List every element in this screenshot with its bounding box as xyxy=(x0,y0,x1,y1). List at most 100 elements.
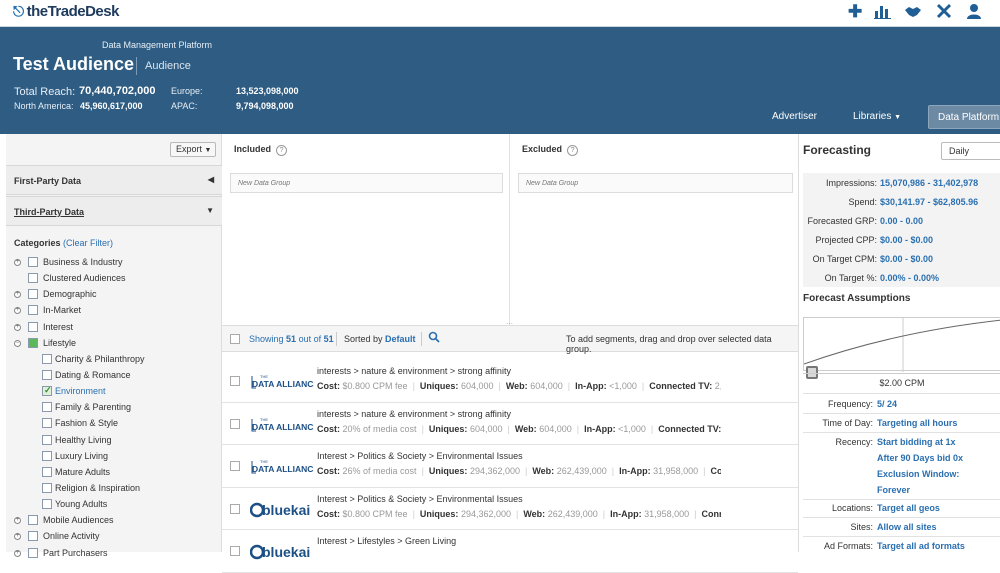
period-select[interactable]: Daily xyxy=(941,142,1000,160)
recency-line-3[interactable]: Exclusion Window: xyxy=(877,469,959,479)
segment-row[interactable]: THE DATA ALLIANCE interests > nature & env… xyxy=(222,402,798,445)
expand-icon[interactable]: + xyxy=(14,259,21,266)
segment-checkbox[interactable] xyxy=(230,376,240,386)
page-subtitle: Audience xyxy=(145,60,191,72)
category-checkbox[interactable] xyxy=(28,289,38,300)
expand-icon[interactable]: + xyxy=(14,533,21,541)
excluded-heading: Excluded? xyxy=(522,144,579,156)
total-reach-value: 70,440,702,000 xyxy=(79,85,156,97)
categories-heading: Categories (Clear Filter) xyxy=(14,238,113,248)
divider xyxy=(803,393,1000,394)
help-icon[interactable]: ? xyxy=(567,145,579,156)
nav-libraries[interactable]: Libraries ▼ xyxy=(853,111,901,122)
bar-chart-icon[interactable] xyxy=(874,3,891,24)
category-checkbox[interactable] xyxy=(42,369,52,380)
expand-icon[interactable]: + xyxy=(14,549,21,557)
stat-label: Uniques: xyxy=(419,381,459,391)
excluded-new-group-input[interactable] xyxy=(518,173,793,193)
category-checkbox[interactable] xyxy=(42,385,52,397)
search-icon[interactable] xyxy=(428,331,440,345)
handshake-icon[interactable] xyxy=(904,4,922,24)
category-checkbox[interactable] xyxy=(42,466,52,477)
included-new-group-input[interactable] xyxy=(230,173,503,193)
frequency-value[interactable]: 5/ 24 xyxy=(877,399,897,409)
segment-row[interactable]: THE DATA ALLIANCE Interest > Politics & So… xyxy=(222,445,798,488)
included-heading: Included? xyxy=(234,144,288,156)
stat-value: 20% of media cost xyxy=(342,423,417,434)
category-label: Charity & Philanthropy xyxy=(55,353,145,364)
segment-checkbox[interactable] xyxy=(230,503,240,514)
stat-separator: | xyxy=(645,423,659,434)
stat-separator: | xyxy=(502,423,515,434)
recency-line-4[interactable]: Forever xyxy=(877,485,910,495)
recency-line-1[interactable]: Start bidding at 1x xyxy=(877,437,956,447)
expand-icon[interactable]: + xyxy=(14,291,21,299)
category-label: Lifestyle xyxy=(43,337,77,348)
category-label: Mature Adults xyxy=(55,466,111,477)
expand-icon[interactable]: + xyxy=(14,307,21,315)
nav-advertiser[interactable]: Advertiser xyxy=(772,111,817,122)
forecast-metric-label: Forecasted GRP: xyxy=(807,216,877,226)
sites-label: Sites: xyxy=(850,522,873,532)
stat-label: Web: xyxy=(532,466,555,476)
svg-text:DATA ALLIANCE: DATA ALLIANCE xyxy=(252,379,314,389)
help-icon[interactable]: ? xyxy=(276,145,288,156)
locations-value[interactable]: Target all geos xyxy=(877,503,940,513)
plus-icon[interactable]: ✚ xyxy=(848,2,862,22)
category-checkbox[interactable] xyxy=(42,499,52,510)
category-checkbox[interactable] xyxy=(28,547,38,558)
category-checkbox[interactable] xyxy=(42,482,52,493)
tools-icon[interactable] xyxy=(936,3,952,24)
segment-stats: Cost: $0.800 CPM fee | Uniques: 604,000 … xyxy=(317,381,721,391)
forecast-metric-value: $0.00 - $0.00 xyxy=(880,235,934,245)
recency-line-2[interactable]: After 90 Days bid 0x xyxy=(877,453,963,463)
category-checkbox[interactable] xyxy=(42,434,52,445)
segment-stats: Cost: 26% of media cost | Uniques: 294,3… xyxy=(317,466,721,476)
category-checkbox[interactable] xyxy=(28,515,38,526)
segment-stats: Cost: $0.800 CPM fee | Uniques: 294,362,… xyxy=(317,509,721,519)
export-button[interactable]: Export ▼ xyxy=(170,142,216,157)
europe-value: 13,523,098,000 xyxy=(236,86,299,96)
apac-label: APAC: xyxy=(171,101,198,111)
collapse-icon[interactable]: − xyxy=(14,339,21,347)
category-checkbox[interactable] xyxy=(28,257,38,267)
category-checkbox[interactable] xyxy=(28,273,38,284)
stat-label: Uniques: xyxy=(419,508,459,519)
category-checkbox[interactable] xyxy=(28,531,38,542)
category-checkbox[interactable] xyxy=(42,402,52,413)
segment-row[interactable]: THE DATA ALLIANCE interests > nature & env… xyxy=(222,360,798,403)
recency-label: Recency: xyxy=(835,437,873,447)
nav-data-platform[interactable]: Data Platform xyxy=(928,105,1000,129)
time-of-day-value[interactable]: Targeting all hours xyxy=(877,418,957,428)
stat-separator: | xyxy=(511,508,524,519)
category-checkbox[interactable] xyxy=(42,450,52,461)
user-icon[interactable] xyxy=(967,3,981,24)
category-checkbox[interactable] xyxy=(42,353,52,364)
time-of-day-label: Time of Day: xyxy=(822,418,873,428)
category-label: Business & Industry xyxy=(43,257,123,267)
category-checkbox[interactable] xyxy=(28,321,38,332)
clear-filter-link[interactable]: (Clear Filter) xyxy=(63,238,113,248)
slider-track[interactable] xyxy=(803,373,1000,374)
category-checkbox[interactable] xyxy=(42,418,52,429)
select-all-checkbox[interactable] xyxy=(230,334,240,344)
brand-logo[interactable]: ⎋ theTradeDesk xyxy=(13,3,119,20)
segment-checkbox[interactable] xyxy=(230,546,240,556)
first-party-data-section[interactable]: First-Party Data ◀ xyxy=(6,165,222,195)
category-checkbox[interactable] xyxy=(28,337,38,348)
category-checkbox[interactable] xyxy=(28,305,38,316)
stat-value: 604,000 xyxy=(530,381,563,391)
expand-icon[interactable]: + xyxy=(14,323,21,331)
segment-checkbox[interactable] xyxy=(230,418,240,429)
third-party-data-section[interactable]: Third-Party Data ▼ xyxy=(6,196,222,226)
segment-path: Interest > Lifestyles > Green Living xyxy=(317,536,457,546)
segment-row[interactable]: bluekai Interest > Politics & Society > E… xyxy=(222,487,798,530)
segment-checkbox[interactable] xyxy=(230,461,240,471)
sort-control[interactable]: Sorted by Default xyxy=(344,334,416,344)
stat-label: Web: xyxy=(505,381,528,391)
forecast-metric-label: Projected CPP: xyxy=(815,235,877,245)
segment-row[interactable]: bluekai Interest > Lifestyles > Green Liv… xyxy=(222,530,798,573)
ad-formats-value[interactable]: Target all ad formats xyxy=(877,541,965,551)
expand-icon[interactable]: + xyxy=(14,517,21,525)
sites-value[interactable]: Allow all sites xyxy=(877,522,937,532)
